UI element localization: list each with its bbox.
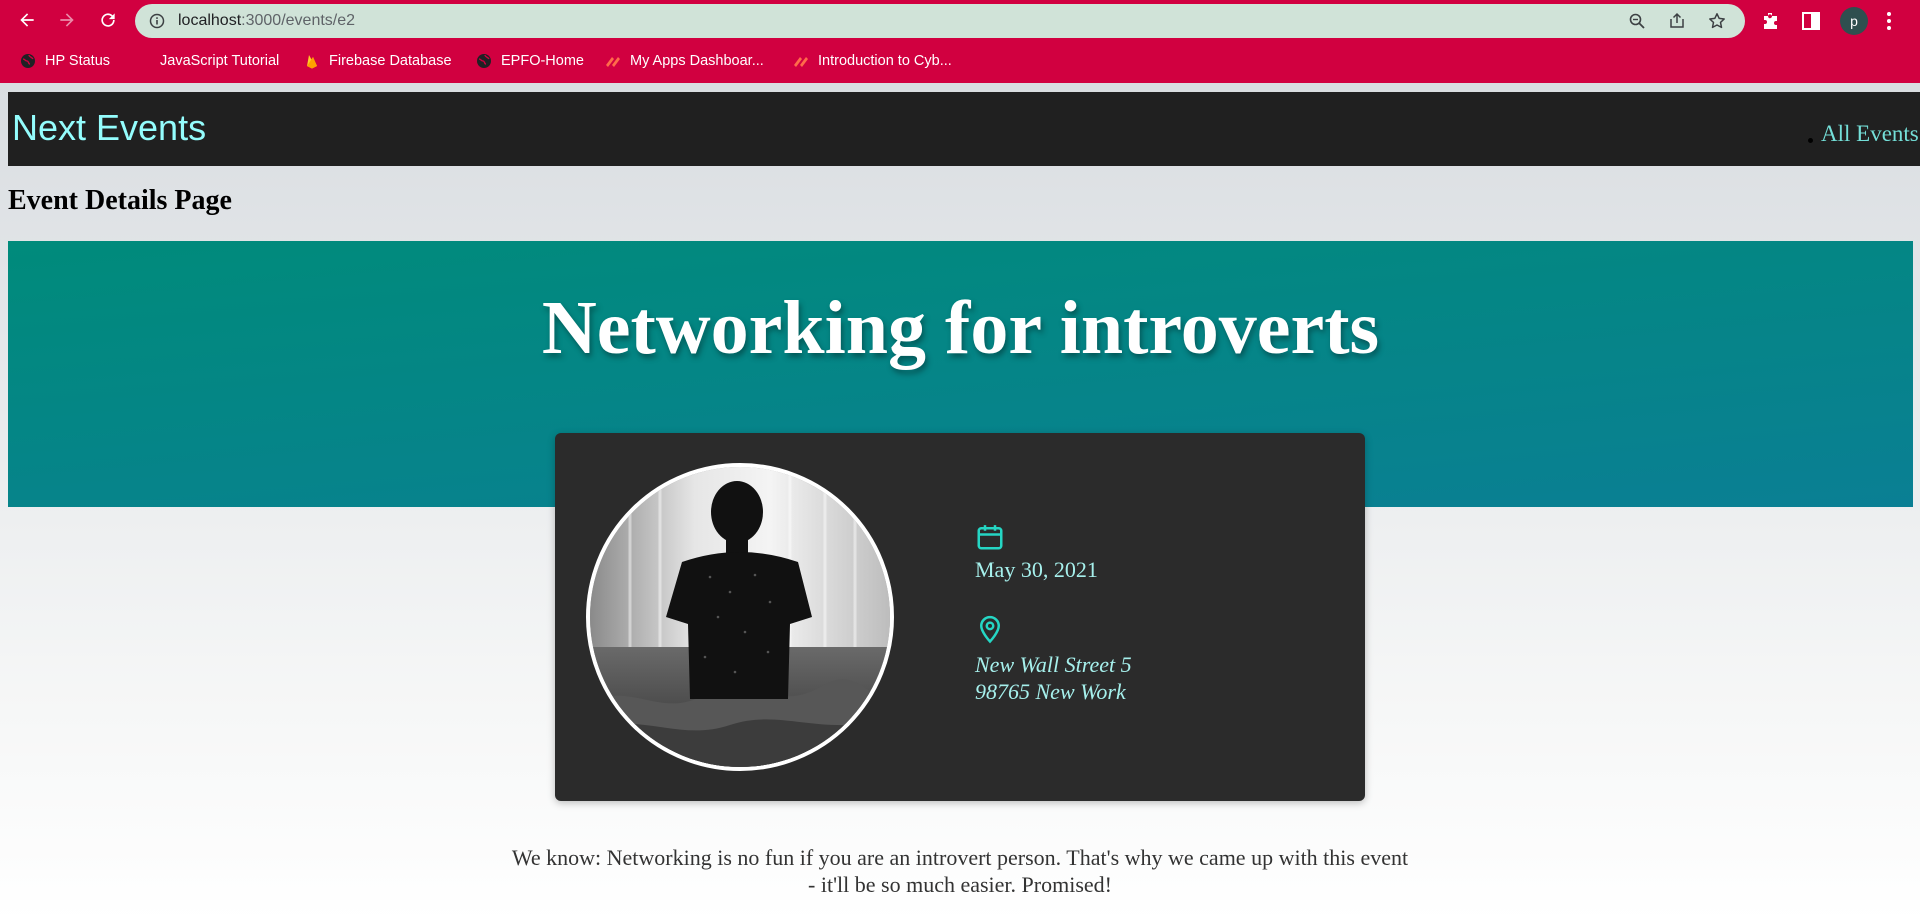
all-events-link[interactable]: All Events [1821, 121, 1919, 147]
address-city: 98765 New Work [975, 679, 1126, 704]
share-icon[interactable] [1668, 12, 1686, 30]
bookmark-my-apps-dashboard[interactable]: My Apps Dashboar... [605, 50, 764, 72]
browser-toolbar: localhost:3000/events/e2 p [0, 0, 1920, 42]
bookmark-star-icon[interactable] [1708, 12, 1726, 30]
calendar-icon [977, 525, 1003, 550]
event-description: We know: Networking is no fun if you are… [511, 845, 1409, 897]
reload-button[interactable] [95, 7, 121, 33]
nav-bullet [1808, 138, 1813, 143]
bookmark-firebase-database[interactable]: Firebase Database [304, 50, 452, 72]
event-title: Networking for introverts [541, 286, 1380, 370]
event-image [586, 463, 894, 771]
bookmark-introduction-to-cyber[interactable]: Introduction to Cyb... [793, 50, 952, 72]
apps-icon [606, 57, 620, 67]
url-host: localhost [178, 12, 242, 29]
introvert-silhouette-image [590, 467, 890, 767]
site-header: Next Events All Events [8, 92, 1920, 166]
bookmark-label: Introduction to Cyb... [818, 53, 952, 69]
w3-icon [136, 54, 150, 68]
browser-menu-icon[interactable] [1885, 10, 1893, 32]
bookmark-hp-status[interactable]: HP Status [20, 50, 110, 72]
extensions-icon[interactable] [1760, 10, 1782, 32]
event-date: May 30, 2021 [975, 557, 1098, 582]
bookmark-label: HP Status [45, 53, 111, 69]
site-logo[interactable]: Next Events [12, 107, 206, 149]
address-street: New Wall Street 5 [975, 652, 1132, 677]
bookmark-label: JavaScript Tutorial [160, 53, 280, 69]
apps-icon [794, 57, 808, 67]
bookmark-label: EPFO-Home [501, 53, 584, 69]
bookmark-label: Firebase Database [329, 53, 452, 69]
firebase-icon [307, 55, 317, 69]
reload-icon [101, 13, 115, 27]
forward-arrow-icon [60, 13, 74, 27]
globe-icon [21, 54, 35, 68]
browser-chrome: localhost:3000/events/e2 p HP Status Jav… [0, 0, 1920, 83]
bookmark-label: My Apps Dashboar... [630, 53, 764, 69]
globe-icon [477, 54, 491, 68]
page-title: Event Details Page [8, 185, 232, 216]
zoom-icon[interactable] [1628, 12, 1646, 30]
address-bar[interactable]: localhost:3000/events/e2 [135, 4, 1745, 38]
url-path: :3000/events/e2 [241, 12, 356, 29]
profile-avatar[interactable]: p [1840, 7, 1868, 35]
forward-button[interactable] [54, 7, 80, 33]
location-pin-icon [979, 615, 1001, 644]
event-logistics-card: May 30, 2021 New Wall Street 5 98765 New… [555, 433, 1365, 801]
site-info-icon[interactable] [149, 13, 165, 29]
bookmark-javascript-tutorial[interactable]: JavaScript Tutorial [135, 50, 279, 72]
back-arrow-icon [20, 13, 34, 27]
event-address: New Wall Street 5 98765 New Work [975, 651, 1132, 705]
bookmark-epfo-home[interactable]: EPFO-Home [476, 50, 584, 72]
side-panel-icon[interactable] [1800, 10, 1822, 32]
back-button[interactable] [14, 7, 40, 33]
url-text[interactable]: localhost:3000/events/e2 [178, 12, 355, 30]
bookmarks-bar: HP Status JavaScript Tutorial Firebase D… [0, 46, 1920, 76]
page-viewport: Next Events All Events Event Details Pag… [0, 83, 1920, 922]
